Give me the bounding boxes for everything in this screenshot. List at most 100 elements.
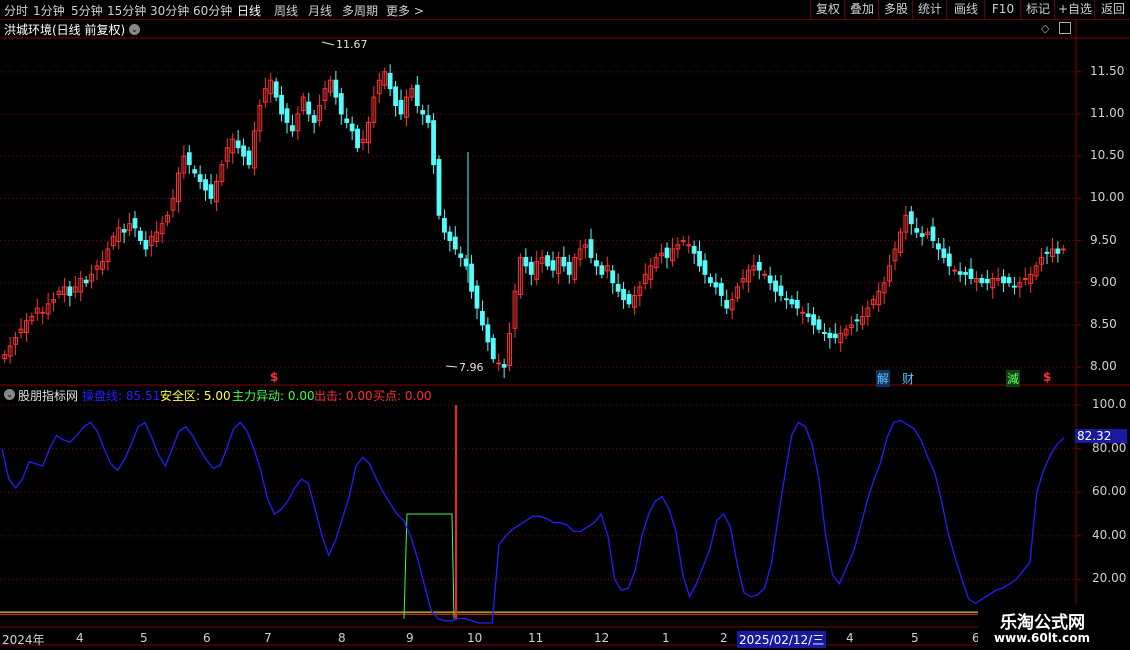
candle-body: [192, 169, 198, 174]
candle-body: [338, 93, 344, 115]
indicator-tick-label: 100.0: [1092, 397, 1127, 411]
diamond-icon[interactable]: ◇: [1041, 22, 1049, 35]
candle-body: [832, 333, 838, 339]
candle-body: [203, 179, 208, 191]
event-marker-finance[interactable]: 财: [902, 370, 914, 387]
candle-body: [827, 332, 833, 339]
candle-body: [463, 258, 469, 267]
candle-body: [143, 240, 149, 250]
candle-body: [349, 123, 355, 132]
candle-body: [398, 99, 404, 115]
candle-body: [621, 288, 626, 301]
indicator-item-anquan: 安全区: 5.00: [160, 389, 231, 403]
candle-body: [431, 120, 436, 166]
chevron-down-icon[interactable]: ⌄: [129, 24, 140, 35]
candle-body: [290, 125, 295, 132]
candle-body: [919, 233, 925, 237]
cursor-date-label: 2025/02/12/三: [737, 631, 827, 648]
high-price-label: 11.67: [336, 38, 368, 51]
candle-body: [235, 140, 241, 149]
candle-body: [1060, 248, 1066, 251]
candle-body: [1044, 251, 1050, 254]
candle-body: [333, 79, 339, 98]
candle-body: [794, 299, 800, 309]
candle-body: [387, 72, 393, 90]
candle-body: [599, 265, 605, 275]
candle-body: [452, 236, 458, 250]
candle-body: [501, 364, 507, 368]
candle-body: [697, 251, 702, 267]
candle-body: [984, 278, 990, 284]
candle-body: [805, 313, 811, 317]
price-tick-label: 8.00: [1090, 359, 1117, 374]
date-tick: 4: [76, 631, 84, 645]
candle-body: [762, 273, 768, 276]
indicator-header: ⌄ 股朋指标网 操盘线: 85.51 安全区: 5.00 主力异动: 0.00 …: [0, 386, 1076, 403]
candle-body: [273, 81, 279, 98]
indicator-item-chuji: 出击: 0.00: [314, 389, 373, 403]
event-marker-unlock[interactable]: 解: [876, 370, 891, 387]
date-tick: 2024年: [2, 633, 45, 647]
candle-body: [1001, 276, 1006, 284]
candle-body: [610, 270, 616, 284]
candle-body: [773, 280, 778, 292]
candle-body: [355, 128, 360, 149]
candle-body: [485, 324, 491, 343]
high-pointer: [321, 41, 335, 46]
candle-body: [691, 245, 697, 254]
candle-body: [588, 239, 594, 258]
candle-body: [784, 298, 789, 301]
candle-body: [936, 243, 941, 250]
date-tick: 5: [140, 631, 148, 645]
indicator-current-value: 82.32: [1075, 429, 1127, 443]
candle-body: [528, 261, 534, 275]
candle-body: [442, 218, 447, 233]
candle-body: [680, 240, 686, 243]
panel-toggle-icon[interactable]: [1059, 22, 1071, 34]
date-tick: 7: [264, 631, 272, 645]
candle-body: [724, 299, 730, 309]
candle-body: [908, 211, 914, 225]
low-price-label: 7.96: [459, 361, 484, 374]
candle-body: [474, 285, 480, 309]
watermark-url: www.60lt.com: [994, 631, 1091, 645]
candle-body: [789, 299, 795, 305]
candle-body: [594, 260, 599, 267]
candle-body: [952, 269, 958, 272]
indicator-tick-label: 40.00: [1092, 527, 1127, 542]
date-tick: 8: [338, 631, 346, 645]
indicator-name: 股朋指标网: [18, 389, 79, 403]
candle-body: [496, 362, 502, 365]
indicator-item-caopan: 操盘线: 85.51: [82, 389, 161, 403]
price-tick-label: 11.00: [1090, 105, 1125, 120]
candle-body: [854, 319, 860, 322]
chart-canvas[interactable]: [0, 0, 1130, 650]
event-marker-dividend[interactable]: $: [270, 370, 278, 384]
candle-body: [344, 118, 350, 123]
event-marker-reduce[interactable]: 減: [1006, 370, 1021, 387]
date-tick: 1: [662, 631, 670, 645]
candle-body: [279, 94, 284, 115]
candle-body: [311, 115, 317, 123]
indicator-item-maidian: 买点: 0.00: [373, 389, 432, 403]
candle-body: [246, 150, 252, 166]
candle-body: [1022, 278, 1028, 281]
candle-body: [284, 108, 290, 123]
candle-body: [930, 226, 936, 242]
candle-body: [979, 278, 985, 284]
candle-body: [713, 282, 719, 288]
candle-body: [1006, 277, 1012, 284]
candle-body: [702, 260, 708, 275]
event-marker-dividend-2[interactable]: $: [1043, 370, 1051, 384]
candle-body: [718, 283, 724, 296]
candle-body: [138, 230, 143, 242]
candle-body: [447, 231, 453, 242]
date-tick: 5: [911, 631, 919, 645]
operating-line: [1, 419, 1065, 624]
date-tick: 11: [528, 631, 544, 645]
chevron-down-icon[interactable]: ⌄: [4, 389, 15, 400]
candle-body: [83, 279, 89, 284]
price-tick-label: 9.00: [1090, 274, 1117, 289]
price-tick-label: 10.50: [1090, 148, 1125, 163]
candle-body: [420, 110, 426, 115]
